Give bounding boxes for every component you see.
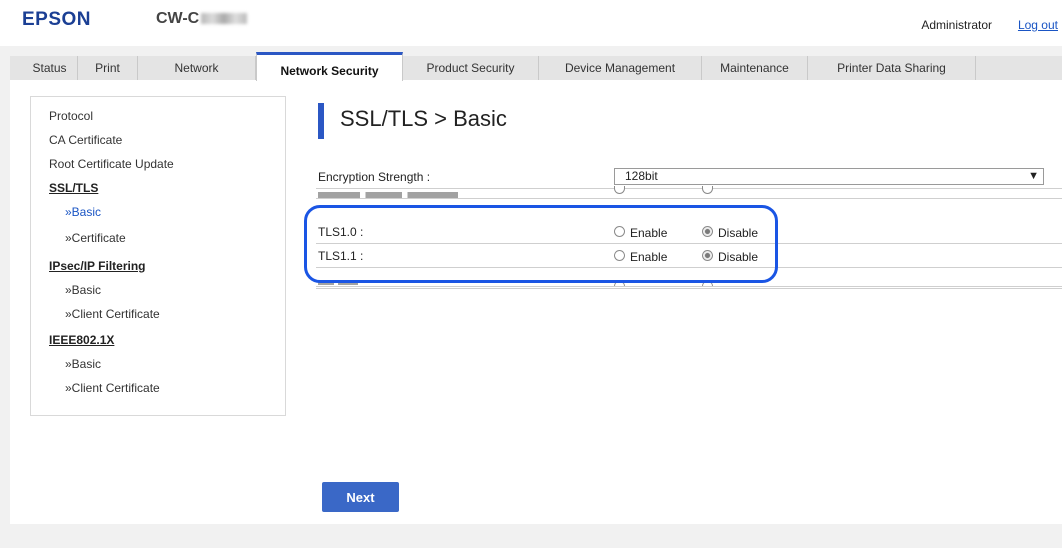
tls11-enable-radio[interactable] bbox=[614, 250, 625, 261]
sidebar: Protocol CA Certificate Root Certificate… bbox=[30, 96, 286, 416]
sidebar-item-protocol[interactable]: Protocol bbox=[49, 109, 93, 123]
tab-status[interactable]: Status bbox=[22, 56, 78, 80]
tls10-row: TLS1.0 : Enable Disable bbox=[316, 221, 1062, 244]
tls10-enable-radio[interactable] bbox=[614, 226, 625, 237]
tab-product-security[interactable]: Product Security bbox=[403, 56, 539, 80]
hidden-setting-row bbox=[316, 186, 1062, 199]
sidebar-item-root-certificate-update[interactable]: Root Certificate Update bbox=[49, 157, 174, 171]
tab-device-management[interactable]: Device Management bbox=[539, 56, 702, 80]
obscured-radio bbox=[702, 281, 713, 286]
sidebar-item-ipsec[interactable]: IPsec/IP Filtering bbox=[49, 259, 145, 273]
epson-logo: EPSON bbox=[22, 9, 92, 30]
main-tabs: Status Print Network Network Security Pr… bbox=[0, 52, 1062, 81]
divider bbox=[316, 288, 1062, 289]
next-button[interactable]: Next bbox=[322, 482, 399, 512]
sidebar-item-ssl-certificate[interactable]: »Certificate bbox=[65, 231, 126, 245]
tls12-row-obscured bbox=[316, 269, 1062, 287]
tls10-disable-label: Disable bbox=[718, 226, 759, 240]
tab-maintenance[interactable]: Maintenance bbox=[702, 56, 808, 80]
tls10-enable-label: Enable bbox=[630, 226, 668, 240]
encryption-strength-value: 128bit bbox=[625, 169, 658, 183]
sidebar-item-ipsec-client-certificate[interactable]: »Client Certificate bbox=[65, 307, 160, 321]
tls11-enable-label: Enable bbox=[630, 250, 668, 264]
sidebar-item-ipsec-basic[interactable]: »Basic bbox=[65, 283, 101, 297]
tab-print[interactable]: Print bbox=[78, 56, 138, 80]
printer-model: CW-C bbox=[156, 10, 248, 28]
sidebar-item-ieee-client-certificate[interactable]: »Client Certificate bbox=[65, 381, 160, 395]
tls10-disable-radio[interactable] bbox=[702, 226, 713, 237]
tls11-disable-radio[interactable] bbox=[702, 250, 713, 261]
obscured-radio bbox=[702, 186, 713, 194]
obscured-text-fragment bbox=[318, 280, 358, 285]
sidebar-item-ssl-basic[interactable]: »Basic bbox=[65, 205, 101, 219]
printer-model-text: CW-C bbox=[156, 10, 200, 27]
logout-link[interactable]: Log out bbox=[1018, 18, 1058, 32]
tab-printer-data-sharing[interactable]: Printer Data Sharing bbox=[808, 56, 976, 80]
obscured-row-text bbox=[318, 280, 358, 286]
tls11-label: TLS1.1 : bbox=[318, 249, 364, 263]
obscured-row-text bbox=[318, 192, 458, 198]
sidebar-item-ieee8021x[interactable]: IEEE802.1X bbox=[49, 333, 114, 347]
encryption-strength-row: Encryption Strength : 128bit ▼ bbox=[316, 166, 1062, 189]
tab-network-security[interactable]: Network Security bbox=[256, 52, 403, 81]
sidebar-item-ieee-basic[interactable]: »Basic bbox=[65, 357, 101, 371]
tls10-label: TLS1.0 : bbox=[318, 225, 364, 239]
obscured-text-fragment bbox=[318, 192, 458, 198]
encryption-strength-label: Encryption Strength : bbox=[318, 170, 431, 184]
tls11-row: TLS1.1 : Enable Disable bbox=[316, 245, 1062, 268]
tls11-disable-label: Disable bbox=[718, 250, 759, 264]
model-redacted bbox=[201, 13, 248, 25]
user-label: Administrator bbox=[921, 18, 992, 32]
obscured-radio bbox=[614, 186, 625, 194]
top-bar: EPSON CW-C Administrator Log out bbox=[0, 0, 1062, 46]
tab-network[interactable]: Network bbox=[138, 56, 256, 80]
page-title: SSL/TLS > Basic bbox=[340, 106, 507, 131]
chevron-down-icon: ▼ bbox=[1028, 170, 1039, 182]
obscured-radio bbox=[614, 281, 625, 286]
title-accent-bar bbox=[318, 103, 324, 139]
encryption-strength-select[interactable]: 128bit ▼ bbox=[614, 168, 1044, 185]
sidebar-item-ssl-tls[interactable]: SSL/TLS bbox=[49, 181, 98, 195]
sidebar-item-ca-certificate[interactable]: CA Certificate bbox=[49, 133, 122, 147]
